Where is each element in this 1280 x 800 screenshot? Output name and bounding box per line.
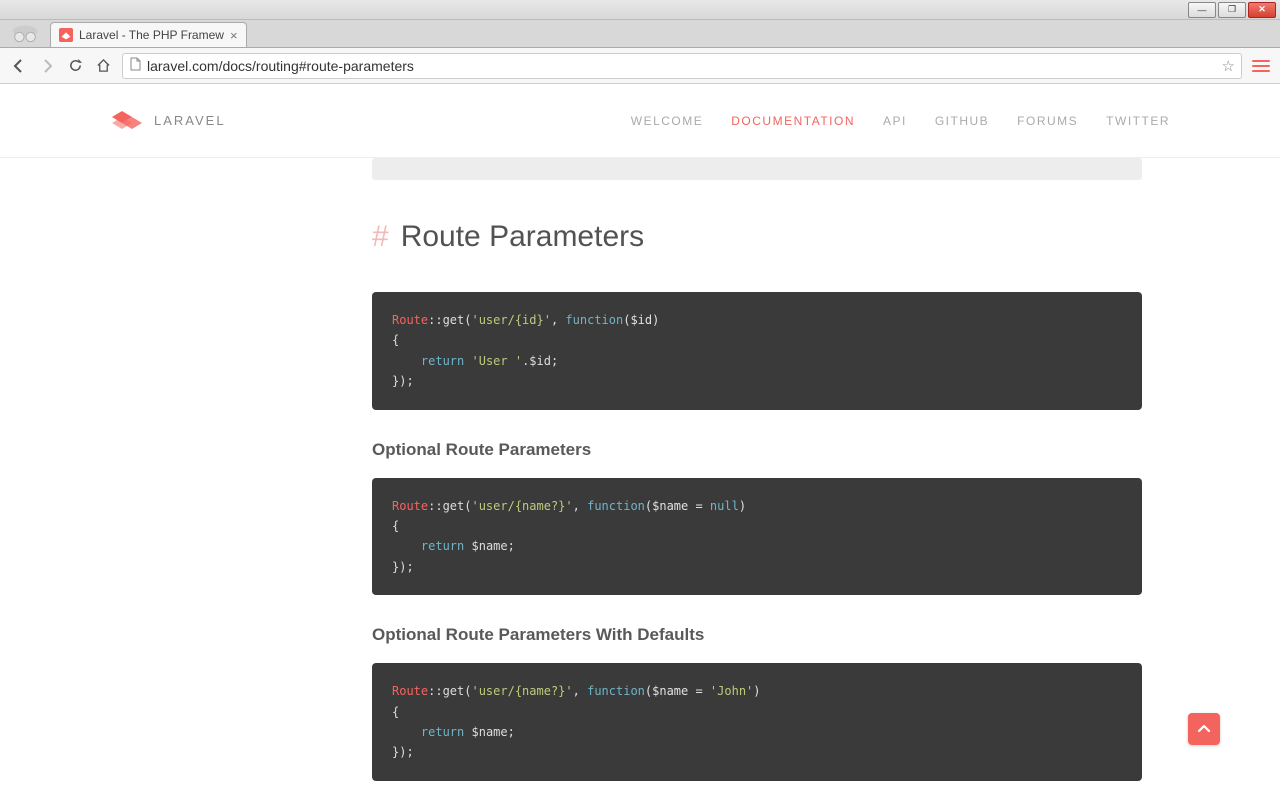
main-content: # Route Parameters Route::get('user/{id}… — [372, 158, 1142, 800]
background-tab-blur — [267, 33, 270, 47]
page-icon — [129, 57, 141, 74]
address-bar[interactable]: laravel.com/docs/routing#route-parameter… — [122, 53, 1242, 79]
incognito-icon — [10, 22, 40, 44]
code-block-1: Route::get('user/{id}', function($id) { … — [372, 292, 1142, 410]
browser-tab-active[interactable]: Laravel - The PHP Framew × — [50, 22, 247, 47]
site-header: LARAVEL WELCOME DOCUMENTATION API GITHUB… — [0, 84, 1280, 158]
site-brand-text: LARAVEL — [154, 113, 226, 128]
nav-twitter[interactable]: TWITTER — [1106, 114, 1170, 128]
laravel-logo-icon — [110, 105, 144, 137]
nav-forums[interactable]: FORUMS — [1017, 114, 1078, 128]
bookmark-star-icon[interactable]: ☆ — [1222, 57, 1235, 75]
top-navigation: WELCOME DOCUMENTATION API GITHUB FORUMS … — [631, 114, 1170, 128]
sidebar-placeholder — [0, 158, 372, 800]
section-heading: # Route Parameters — [372, 220, 1142, 254]
scroll-to-top-button[interactable] — [1188, 713, 1220, 745]
browser-tabstrip: Laravel - The PHP Framew × — [0, 20, 1280, 48]
window-close-button[interactable]: ✕ — [1248, 2, 1276, 18]
window-maximize-button[interactable]: ❐ — [1218, 2, 1246, 18]
content-stub-input[interactable] — [372, 158, 1142, 180]
forward-button[interactable] — [38, 57, 56, 75]
tab-title: Laravel - The PHP Framew — [79, 28, 224, 42]
url-text: laravel.com/docs/routing#route-parameter… — [147, 58, 414, 74]
favicon-icon — [59, 28, 73, 42]
browser-toolbar: laravel.com/docs/routing#route-parameter… — [0, 48, 1280, 84]
code-block-2: Route::get('user/{name?}', function($nam… — [372, 478, 1142, 596]
back-button[interactable] — [10, 57, 28, 75]
subheading-optional-defaults: Optional Route Parameters With Defaults — [372, 625, 1142, 645]
page-scroll-area[interactable]: LARAVEL WELCOME DOCUMENTATION API GITHUB… — [0, 84, 1280, 800]
nav-documentation[interactable]: DOCUMENTATION — [731, 114, 855, 128]
window-titlebar: — ❐ ✕ — [0, 0, 1280, 20]
nav-welcome[interactable]: WELCOME — [631, 114, 704, 128]
chrome-menu-button[interactable] — [1252, 60, 1270, 72]
anchor-hash-icon[interactable]: # — [372, 220, 389, 254]
reload-button[interactable] — [66, 57, 84, 75]
nav-github[interactable]: GITHUB — [935, 114, 989, 128]
tab-close-icon[interactable]: × — [230, 28, 238, 43]
section-title-text: Route Parameters — [401, 220, 644, 254]
nav-api[interactable]: API — [883, 114, 907, 128]
subheading-optional-params: Optional Route Parameters — [372, 440, 1142, 460]
site-logo[interactable]: LARAVEL — [110, 105, 226, 137]
window-minimize-button[interactable]: — — [1188, 2, 1216, 18]
home-button[interactable] — [94, 57, 112, 75]
code-block-3: Route::get('user/{name?}', function($nam… — [372, 663, 1142, 781]
